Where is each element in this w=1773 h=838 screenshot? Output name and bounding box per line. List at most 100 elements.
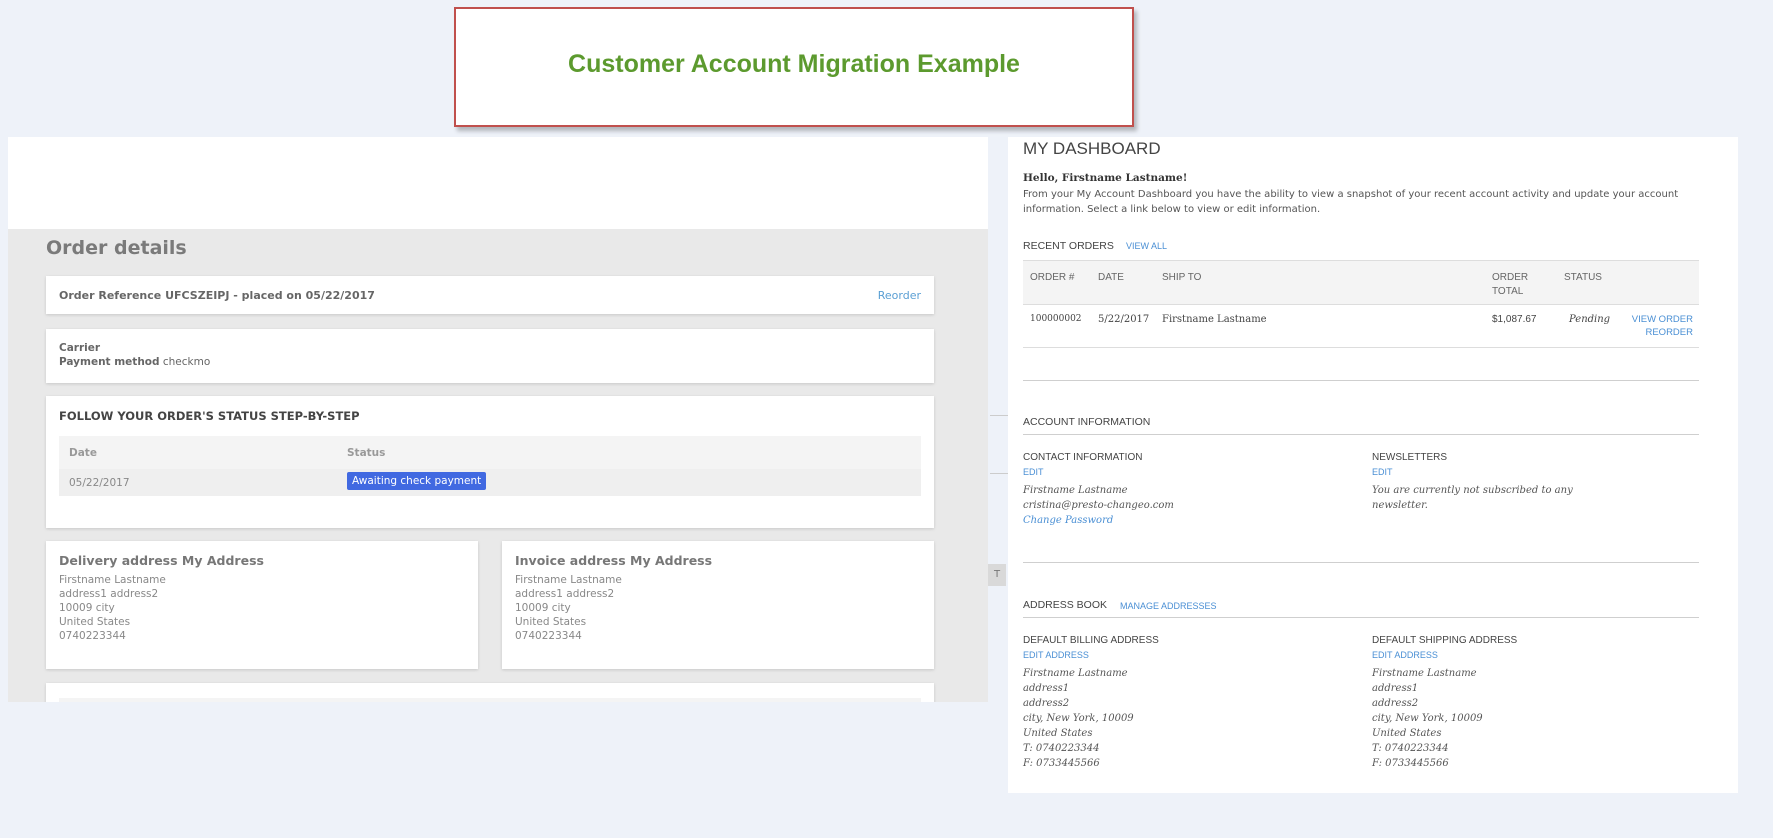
- next-section-bar: [59, 698, 921, 702]
- order-date: 5/22/2017: [1098, 314, 1150, 325]
- carrier-card: Carrier Payment method checkmo: [46, 329, 934, 383]
- address-line: address2: [1023, 698, 1070, 709]
- view-all-link[interactable]: VIEW ALL: [1126, 241, 1167, 251]
- header-date: Date: [69, 447, 97, 459]
- invoice-address-lines: Firstname Lastname address1 address2 100…: [515, 573, 622, 643]
- address-line: 0740223344: [515, 630, 582, 642]
- order-reference-card: Order Reference UFCSZEIPJ - placed on 05…: [46, 276, 934, 314]
- contact-information-title: CONTACT INFORMATION: [1023, 452, 1143, 463]
- view-order-link[interactable]: VIEW ORDER: [1632, 313, 1693, 326]
- table-row: 05/22/2017 Awaiting check payment: [59, 469, 921, 496]
- address-line: address2: [1372, 698, 1419, 709]
- order-status: Pending: [1569, 314, 1611, 325]
- address-line: 10009 city: [59, 602, 115, 614]
- payment-method: Payment method checkmo: [59, 356, 210, 368]
- side-tab[interactable]: T: [988, 564, 1006, 586]
- greeting: Hello, Firstname Lastname!: [1023, 172, 1188, 184]
- order-status-title: FOLLOW YOUR ORDER'S STATUS STEP-BY-STEP: [59, 409, 360, 423]
- dashboard-title: MY DASHBOARD: [1023, 139, 1161, 158]
- account-information-title: ACCOUNT INFORMATION: [1023, 416, 1151, 428]
- newsletters-edit-link[interactable]: EDIT: [1372, 467, 1393, 477]
- reorder-link[interactable]: Reorder: [878, 289, 921, 302]
- title-banner: Customer Account Migration Example: [454, 7, 1134, 127]
- divider-tick: [990, 473, 1008, 474]
- shipping-address-lines: Firstname Lastname address1 address2 cit…: [1372, 666, 1483, 771]
- delivery-address-lines: Firstname Lastname address1 address2 100…: [59, 573, 166, 643]
- section-divider: [1023, 562, 1699, 563]
- section-divider: [1023, 434, 1699, 435]
- manage-addresses-link[interactable]: MANAGE ADDRESSES: [1120, 601, 1217, 611]
- invoice-address-card: Invoice address My Address Firstname Las…: [502, 541, 934, 669]
- address-line: 0740223344: [59, 630, 126, 642]
- address-line: Firstname Lastname: [59, 574, 166, 586]
- order-reference-text: Order Reference UFCSZEIPJ - placed on 05…: [59, 289, 375, 302]
- edit-shipping-address-link[interactable]: EDIT ADDRESS: [1372, 650, 1438, 660]
- contact-details: Firstname Lastname cristina@presto-chang…: [1023, 483, 1174, 528]
- address-line: Firstname Lastname: [515, 574, 622, 586]
- newsletters-title: NEWSLETTERS: [1372, 452, 1448, 463]
- address-line: city, New York, 10009: [1372, 713, 1483, 724]
- address-line: F: 0733445566: [1023, 758, 1100, 769]
- change-password-link[interactable]: Change Password: [1023, 513, 1174, 528]
- dashboard-panel: MY DASHBOARD Hello, Firstname Lastname! …: [1008, 137, 1738, 793]
- order-details-title: Order details: [46, 237, 187, 259]
- order-status-card: FOLLOW YOUR ORDER'S STATUS STEP-BY-STEP …: [46, 396, 934, 528]
- recent-orders-title: RECENT ORDERS: [1023, 240, 1114, 252]
- header-ship-to: SHIP TO: [1162, 272, 1202, 283]
- address-line: United States: [515, 616, 587, 628]
- address-line: city, New York, 10009: [1023, 713, 1134, 724]
- banner-title: Customer Account Migration Example: [568, 49, 1020, 78]
- table-header-row: ORDER # DATE SHIP TO ORDER TOTAL STATUS: [1023, 260, 1699, 305]
- order-details-content: Order details Order Reference UFCSZEIPJ …: [8, 229, 988, 702]
- contact-name: Firstname Lastname: [1023, 485, 1128, 496]
- address-line: United States: [1372, 728, 1442, 739]
- delivery-address-title: Delivery address My Address: [59, 553, 264, 568]
- header-order-total-2: TOTAL: [1492, 286, 1524, 297]
- contact-edit-link[interactable]: EDIT: [1023, 467, 1044, 477]
- billing-address-title: DEFAULT BILLING ADDRESS: [1023, 635, 1159, 646]
- address-line: F: 0733445566: [1372, 758, 1449, 769]
- section-divider: [1023, 617, 1699, 618]
- address-line: address1 address2: [515, 588, 615, 600]
- address-line: 10009 city: [515, 602, 571, 614]
- newsletters-text-line: newsletter.: [1372, 500, 1428, 511]
- newsletters-text-line: You are currently not subscribed to any: [1372, 485, 1573, 496]
- invoice-address-title: Invoice address My Address: [515, 553, 713, 568]
- recent-orders-table: ORDER # DATE SHIP TO ORDER TOTAL STATUS …: [1023, 260, 1699, 348]
- address-line: address1 address2: [59, 588, 159, 600]
- header-status: STATUS: [1564, 272, 1602, 283]
- address-line: United States: [59, 616, 131, 628]
- address-line: United States: [1023, 728, 1093, 739]
- address-line: T: 0740223344: [1023, 743, 1100, 754]
- order-details-panel: Order details Order Reference UFCSZEIPJ …: [8, 137, 988, 702]
- next-section-card: [46, 683, 934, 702]
- status-badge: Awaiting check payment: [347, 472, 487, 490]
- payment-method-value: checkmo: [162, 356, 211, 368]
- carrier-label: Carrier: [59, 342, 101, 354]
- newsletters-status: You are currently not subscribed to any …: [1372, 483, 1573, 513]
- shipping-address-title: DEFAULT SHIPPING ADDRESS: [1372, 635, 1518, 646]
- billing-address-lines: Firstname Lastname address1 address2 cit…: [1023, 666, 1134, 771]
- table-header-row: Date Status: [59, 436, 921, 469]
- address-book-title: ADDRESS BOOK: [1023, 599, 1108, 611]
- header-status: Status: [347, 447, 386, 459]
- order-number: 100000002: [1030, 314, 1082, 324]
- address-line: address1: [1023, 683, 1070, 694]
- payment-method-label: Payment method: [59, 356, 160, 368]
- edit-billing-address-link[interactable]: EDIT ADDRESS: [1023, 650, 1089, 660]
- divider-tick: [990, 415, 1008, 416]
- order-status-table: Date Status 05/22/2017 Awaiting check pa…: [59, 436, 921, 496]
- section-divider: [1023, 380, 1699, 381]
- order-ship-to: Firstname Lastname: [1162, 314, 1267, 325]
- header-order-number: ORDER #: [1030, 272, 1075, 283]
- address-line: address1: [1372, 683, 1419, 694]
- header-date: DATE: [1098, 272, 1124, 283]
- contact-email: cristina@presto-changeo.com: [1023, 500, 1174, 511]
- header-order-total-1: ORDER: [1492, 272, 1529, 283]
- table-row: 100000002 5/22/2017 Firstname Lastname $…: [1023, 305, 1699, 348]
- dashboard-intro: From your My Account Dashboard you have …: [1023, 189, 1679, 215]
- order-total: $1,087.67: [1492, 314, 1537, 325]
- status-date: 05/22/2017: [69, 477, 130, 489]
- delivery-address-card: Delivery address My Address Firstname La…: [46, 541, 478, 669]
- reorder-link[interactable]: REORDER: [1645, 326, 1693, 339]
